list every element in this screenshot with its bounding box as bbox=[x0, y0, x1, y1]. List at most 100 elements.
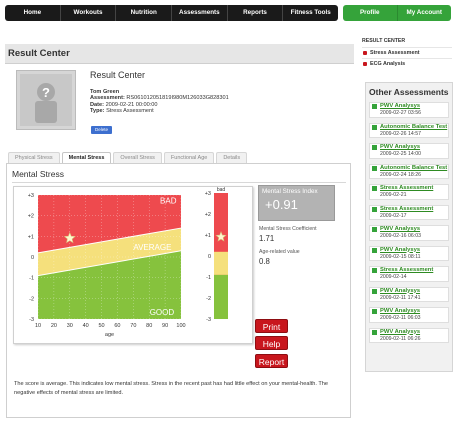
assessment-date: 2009-02-15 08:11 bbox=[380, 253, 421, 260]
assessment-date: 2009-02-17 bbox=[380, 212, 407, 219]
assessment-link[interactable]: PWV Analysys bbox=[370, 144, 448, 151]
assessment-id: RS061012051819I980M126033G828301 bbox=[126, 95, 229, 101]
list-item[interactable]: PWV Analysys 2009-02-25 14:00 bbox=[369, 143, 449, 159]
side-tick-label: 0 bbox=[208, 254, 211, 260]
delete-button[interactable]: Delete bbox=[91, 126, 113, 134]
assessment-link[interactable]: Autonomic Balance Test bbox=[370, 165, 448, 172]
x-tick-label: 10 bbox=[35, 323, 41, 329]
bullet-icon bbox=[363, 62, 367, 66]
bullet-icon bbox=[363, 51, 367, 55]
assessment-title: Autonomic Balance Test bbox=[380, 164, 448, 171]
assessment-date: 2009-02-11 17:41 bbox=[380, 294, 421, 301]
side-tick-label: +3 bbox=[205, 191, 211, 197]
assessment-link[interactable]: PWV Analysys bbox=[370, 247, 448, 254]
result-description: The score is average. This indicates low… bbox=[14, 381, 329, 396]
index-value: +0.91 bbox=[265, 197, 298, 212]
assessment-link[interactable]: Autonomic Balance Test bbox=[370, 124, 448, 131]
list-item[interactable]: Stress Assessment 2009-02-21 bbox=[369, 184, 449, 200]
x-tick-label: 70 bbox=[130, 323, 136, 329]
coefficient-label: Mental Stress Coefficient bbox=[259, 226, 317, 232]
nav-nutrition[interactable]: Nutrition bbox=[116, 5, 173, 21]
assessment-link[interactable]: PWV Analysys bbox=[370, 288, 448, 295]
assessment-title: PWV Analysys bbox=[380, 226, 421, 232]
list-item[interactable]: Autonomic Balance Test 2009-02-24 18:26 bbox=[369, 163, 449, 179]
arrow-icon bbox=[372, 309, 377, 314]
arrow-icon bbox=[372, 329, 377, 335]
list-item[interactable]: PWV Analysys 2009-02-11 06:26 bbox=[369, 327, 449, 343]
avatar-placeholder: ? bbox=[20, 74, 72, 126]
side-tick-label: -3 bbox=[206, 317, 211, 323]
assessment-link[interactable]: Stress Assessment bbox=[370, 267, 448, 274]
assessment-link[interactable]: Stress Assessment bbox=[370, 185, 448, 192]
list-item[interactable]: PWV Analysys 2009-02-11 06:03 bbox=[369, 307, 449, 323]
type-row: Type: Stress Assessment bbox=[90, 108, 350, 115]
x-tick-label: 30 bbox=[67, 323, 73, 329]
x-axis-label: age bbox=[105, 332, 114, 338]
y-tick-label: -3 bbox=[29, 317, 34, 323]
arrow-icon bbox=[372, 227, 377, 232]
x-tick-label: 60 bbox=[114, 323, 120, 329]
tab-overall-stress[interactable]: Overall Stress bbox=[113, 152, 162, 163]
list-item[interactable]: Autonomic Balance Test 2009-02-26 14:57 bbox=[369, 122, 449, 138]
sidebar-link-stress-assessment[interactable]: Stress Assessment bbox=[362, 47, 452, 58]
assessment-date: 2009-02-16 06:03 bbox=[380, 233, 421, 239]
result-title: Result Center bbox=[90, 70, 146, 80]
zone-label-good: GOOD bbox=[150, 308, 175, 317]
zone-label-average: AVERAGE bbox=[133, 243, 171, 252]
list-item[interactable]: Stress Assessment 2009-02-17 bbox=[369, 204, 449, 220]
coefficient-value: 1.71 bbox=[259, 234, 275, 243]
age-related-label: Age-related value bbox=[259, 249, 300, 255]
arrow-icon bbox=[372, 104, 377, 109]
list-item[interactable]: PWV Analysys 2009-02-16 06:03 bbox=[369, 225, 449, 241]
nav-profile[interactable]: Profile bbox=[343, 5, 398, 21]
arrow-icon bbox=[372, 206, 377, 212]
side-tick-label: +2 bbox=[205, 212, 211, 218]
list-item[interactable]: PWV Analysys 2009-02-11 17:41 bbox=[369, 286, 449, 302]
nav-workouts[interactable]: Workouts bbox=[61, 5, 117, 21]
assessment-date: 2009-02-14 bbox=[380, 274, 407, 280]
sidebar-link-ecg-analysis[interactable]: ECG Analysis bbox=[362, 58, 452, 69]
report-button[interactable]: Report bbox=[255, 354, 288, 368]
arrow-icon bbox=[372, 165, 377, 171]
type-value: Stress Assessment bbox=[106, 108, 154, 114]
arrow-icon bbox=[372, 268, 377, 273]
side-tick-label: +1 bbox=[205, 233, 211, 239]
arrow-icon bbox=[372, 288, 377, 294]
x-tick-label: 20 bbox=[51, 323, 57, 329]
index-box: Mental Stress Index +0.91 bbox=[258, 185, 335, 221]
assessment-date: 2009-02-27 03:56 bbox=[380, 110, 421, 116]
arrow-icon bbox=[372, 124, 377, 130]
list-item[interactable]: Stress Assessment 2009-02-14 bbox=[369, 266, 449, 282]
assessment-title: Stress Assessment bbox=[380, 185, 434, 191]
help-button[interactable]: Help bbox=[255, 336, 288, 350]
page-header: Result Center bbox=[5, 44, 354, 64]
assessment-title: PWV Analysys bbox=[380, 144, 421, 150]
assessment-title: PWV Analysys bbox=[380, 246, 421, 253]
assessment-date: 2009-02-26 14:57 bbox=[380, 130, 421, 137]
tab-functional-age[interactable]: Functional Age bbox=[163, 152, 215, 163]
x-tick-label: 100 bbox=[176, 323, 185, 329]
nav-assessments[interactable]: Assessments bbox=[172, 5, 228, 21]
assessment-link[interactable]: Stress Assessment bbox=[370, 206, 448, 213]
x-tick-label: 40 bbox=[83, 323, 89, 329]
x-tick-label: 80 bbox=[146, 323, 152, 329]
nav-reports[interactable]: Reports bbox=[228, 5, 284, 21]
assessment-link[interactable]: PWV Analysys bbox=[370, 103, 448, 110]
nav-my-account[interactable]: My Account bbox=[398, 5, 452, 21]
nav-fitness-tools[interactable]: Fitness Tools bbox=[283, 5, 338, 21]
assessment-link[interactable]: PWV Analysys bbox=[370, 226, 448, 233]
type-label: Type: bbox=[90, 108, 105, 114]
list-item[interactable]: PWV Analysys 2009-02-15 08:11 bbox=[369, 245, 449, 261]
tab-details[interactable]: Details bbox=[216, 152, 248, 163]
person-icon: ? bbox=[35, 83, 57, 123]
assessment-link[interactable]: PWV Analysys bbox=[370, 308, 448, 315]
list-item[interactable]: PWV Analysys 2009-02-27 03:56 bbox=[369, 102, 449, 118]
tab-physical-stress[interactable]: Physical Stress bbox=[8, 152, 60, 163]
tab-mental-stress[interactable]: Mental Stress bbox=[61, 152, 112, 163]
assessment-title: Autonomic Balance Test bbox=[380, 123, 448, 130]
nav-home[interactable]: Home bbox=[5, 5, 61, 21]
svg-text:?: ? bbox=[42, 85, 50, 100]
side-bar-title: bad bbox=[217, 187, 226, 193]
assessment-link[interactable]: PWV Analysys bbox=[370, 329, 448, 336]
print-button[interactable]: Print bbox=[255, 319, 288, 333]
